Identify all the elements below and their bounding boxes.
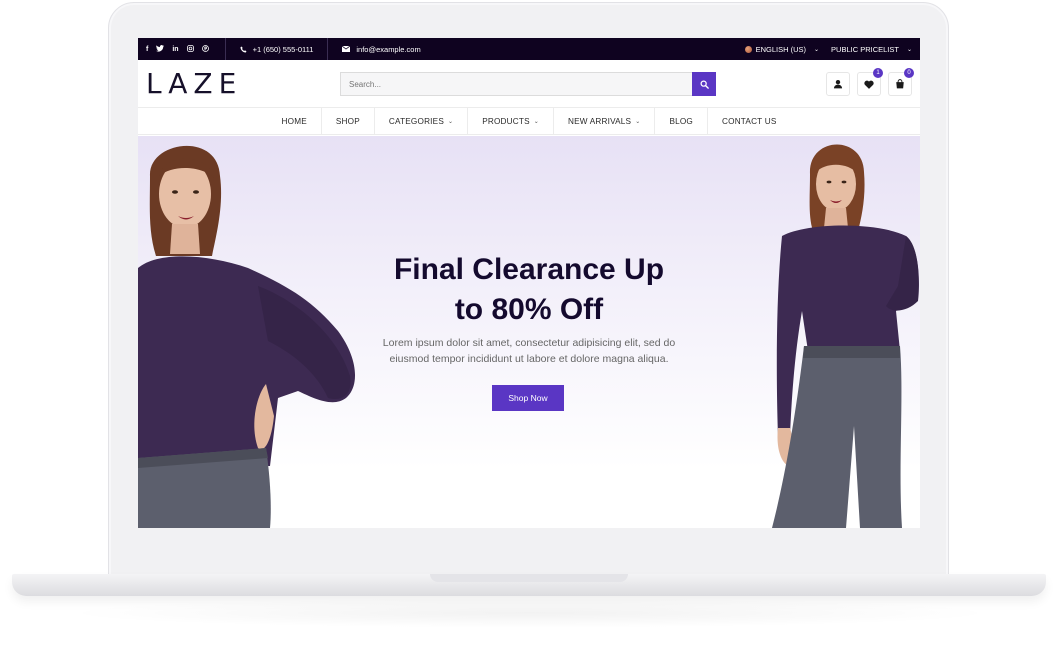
phone-icon (240, 46, 247, 52)
nav-item-blog[interactable]: BLOG (654, 108, 707, 134)
nav-item-products[interactable]: PRODUCTS ⌄ (467, 108, 553, 134)
search-input[interactable] (340, 72, 692, 96)
laptop-notch (430, 574, 628, 582)
instagram-icon[interactable] (186, 44, 194, 54)
social-links: f in (146, 38, 226, 60)
linkedin-icon[interactable]: in (172, 46, 178, 53)
nav-item-label: SHOP (335, 116, 360, 126)
nav-item-home[interactable]: HOME (268, 108, 321, 134)
search-button[interactable] (692, 72, 716, 96)
hero-title-line: Final Clearance Up (393, 253, 665, 286)
laptop-shadow (60, 598, 1000, 628)
twitter-icon[interactable] (156, 44, 165, 54)
nav-item-label: CATEGORIES (388, 116, 444, 126)
chevron-down-icon: ⌄ (533, 118, 539, 125)
wishlist-count-badge: 1 (873, 68, 883, 78)
model-image-right (772, 144, 919, 528)
top-bar: f in +1 (650) 555-0111 info@example.com … (138, 38, 920, 60)
hero-subtitle: Lorem ipsum dolor sit amet, consectetur … (138, 335, 920, 367)
chevron-down-icon: ⌄ (814, 46, 820, 53)
search-bar (340, 72, 716, 96)
main-navigation: HOME SHOP CATEGORIES ⌄ PRODUCTS ⌄ NEW ARRI… (138, 108, 920, 135)
nav-item-shop[interactable]: SHOP (320, 108, 374, 134)
logo[interactable]: LAZE (146, 69, 242, 98)
email-contact[interactable]: info@example.com (328, 38, 434, 60)
nav-item-contact-us[interactable]: CONTACT US (707, 108, 790, 134)
chevron-down-icon: ⌄ (635, 118, 641, 125)
nav-item-label: PRODUCTS (482, 116, 530, 126)
pricelist-label: PUBLIC PRICELIST (831, 44, 899, 54)
nav-item-categories[interactable]: CATEGORIES ⌄ (373, 108, 467, 134)
flag-icon (744, 45, 752, 53)
facebook-icon[interactable]: f (146, 46, 148, 53)
phone-contact[interactable]: +1 (650) 555-0111 (226, 38, 329, 60)
nav-item-label: BLOG (669, 116, 694, 126)
search-icon (700, 80, 709, 89)
user-icon (833, 79, 843, 89)
envelope-icon (342, 46, 351, 52)
hero-subtitle-line: eiusmod tempor incididunt ut labore et d… (389, 353, 669, 365)
language-label: ENGLISH (US) (755, 44, 806, 54)
shop-now-button[interactable]: Shop Now (492, 385, 564, 411)
header-actions: 1 0 (826, 68, 914, 96)
site-header: LAZE 1 0 (138, 60, 920, 108)
hero-title: Final Clearance Up to 80% Off (138, 250, 920, 330)
phone-number: +1 (650) 555-0111 (252, 44, 314, 54)
cart-button[interactable]: 0 (888, 68, 914, 96)
chevron-down-icon: ⌄ (447, 118, 454, 125)
account-button[interactable] (826, 72, 850, 96)
shopping-bag-icon (896, 79, 904, 89)
nav-item-label: NEW ARRIVALS (568, 116, 632, 126)
nav-item-label: HOME (281, 116, 307, 126)
chevron-down-icon: ⌄ (906, 46, 912, 53)
wishlist-button[interactable]: 1 (857, 68, 883, 96)
model-image-left (138, 145, 356, 528)
language-selector[interactable]: ENGLISH (US) ⌄ (744, 44, 831, 54)
heart-icon (864, 80, 874, 89)
hero-title-line: to 80% Off (454, 293, 604, 326)
pricelist-selector[interactable]: PUBLIC PRICELIST ⌄ (831, 45, 912, 54)
nav-item-label: CONTACT US (722, 116, 777, 126)
nav-item-new-arrivals[interactable]: NEW ARRIVALS ⌄ (553, 108, 654, 134)
email-address: info@example.com (356, 44, 421, 54)
website-screen: f in +1 (650) 555-0111 info@example.com … (138, 38, 920, 528)
pinterest-icon[interactable] (201, 44, 209, 54)
hero-subtitle-line: Lorem ipsum dolor sit amet, consectetur … (382, 337, 676, 349)
hero-banner: Final Clearance Up to 80% Off Lorem ipsu… (138, 136, 920, 528)
cart-count-badge: 0 (904, 68, 914, 78)
